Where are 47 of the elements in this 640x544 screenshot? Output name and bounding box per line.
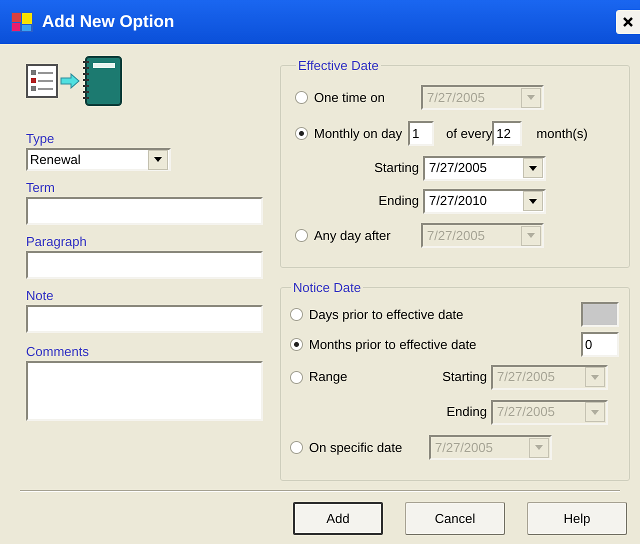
group-title: Effective Date — [297, 57, 380, 75]
radio-button[interactable] — [295, 127, 308, 140]
option-text: month(s) — [536, 124, 588, 143]
date-dropdown[interactable]: 7/27/2005 — [423, 156, 546, 180]
option-label: Days prior to effective date — [309, 306, 464, 324]
notebook-icon — [82, 56, 122, 106]
option-label: Any day after — [314, 226, 392, 245]
option-label: One time on — [314, 88, 386, 107]
date-label: Ending — [378, 192, 420, 210]
option-label: On specific date — [309, 438, 404, 457]
close-icon — [623, 17, 633, 27]
field-label: Comments — [26, 343, 90, 360]
field-label: Paragraph — [26, 233, 88, 250]
field-label: Note — [26, 287, 54, 304]
radio-button[interactable] — [295, 229, 308, 242]
number-field[interactable]: 0 — [581, 332, 619, 357]
radio-button[interactable] — [295, 91, 308, 104]
close-button[interactable] — [616, 10, 640, 34]
dialog-button[interactable]: Add — [293, 502, 383, 535]
option-text: of every — [446, 124, 492, 143]
field-label: Type — [26, 130, 56, 147]
dialog-button[interactable]: Cancel — [405, 502, 505, 535]
type-dropdown[interactable]: Renewal — [26, 148, 171, 171]
date-label: Starting — [373, 159, 420, 178]
radio-button[interactable] — [290, 441, 303, 454]
text-field[interactable] — [26, 251, 263, 279]
arrow-icon — [60, 73, 80, 89]
dialog-button[interactable]: Help — [527, 502, 627, 535]
app-icon — [11, 12, 33, 32]
window-title: Add New Option — [42, 11, 174, 34]
radio-button[interactable] — [290, 338, 303, 351]
group-title: Notice Date — [292, 279, 362, 297]
option-label: Monthly on day — [314, 124, 402, 143]
option-label: Range — [309, 368, 348, 386]
comments-field[interactable] — [26, 361, 263, 421]
field-label: Term — [26, 179, 56, 196]
number-field[interactable]: 1 — [408, 121, 434, 146]
radio-button[interactable] — [290, 370, 303, 384]
text-field[interactable] — [26, 305, 263, 333]
option-label: Months prior to effective date — [309, 336, 476, 354]
document-icon — [26, 64, 58, 98]
number-field[interactable]: 12 — [492, 121, 522, 146]
date-label: Ending — [446, 403, 488, 422]
text-field[interactable] — [26, 197, 263, 225]
date-label: Starting — [441, 368, 488, 386]
date-dropdown[interactable]: 7/27/2010 — [423, 188, 546, 214]
radio-button[interactable] — [290, 308, 303, 321]
